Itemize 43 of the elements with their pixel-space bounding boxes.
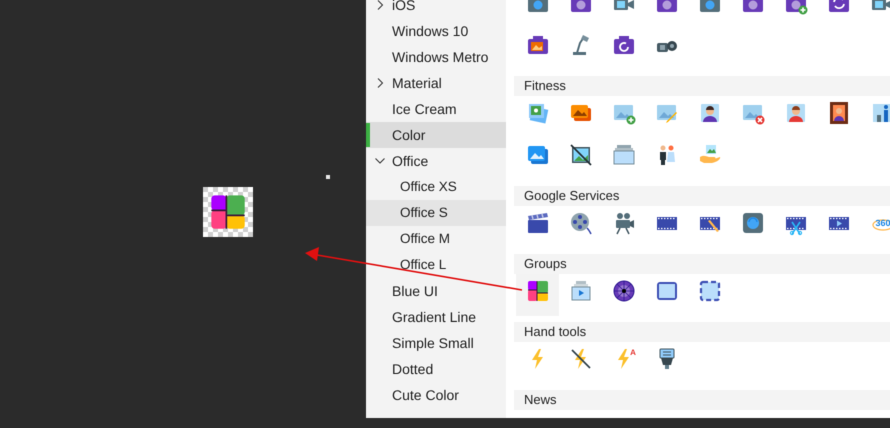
sidebar-item[interactable]: Office bbox=[366, 148, 506, 174]
small-square bbox=[326, 175, 330, 179]
aperture-icon bbox=[612, 279, 636, 303]
sidebar-item[interactable]: Office L bbox=[366, 252, 506, 278]
chevron-down-icon[interactable] bbox=[375, 156, 385, 166]
clapperboard-icon bbox=[526, 211, 550, 235]
sidebar-item[interactable]: Office XS bbox=[366, 174, 506, 200]
sidebar-item[interactable]: Office M bbox=[366, 226, 506, 252]
section-header: Fitness bbox=[514, 76, 890, 96]
sidebar-item[interactable]: iOS bbox=[366, 0, 506, 18]
selection-icon bbox=[698, 279, 722, 303]
sidebar-item[interactable]: Cute Color bbox=[366, 382, 506, 408]
color-grid-preview-icon bbox=[203, 187, 253, 237]
flash-off-icon bbox=[568, 347, 592, 371]
camera-icon bbox=[526, 33, 550, 57]
film-reel-icon bbox=[568, 211, 592, 235]
slideshow-icon bbox=[568, 279, 592, 303]
section-header: Hand tools bbox=[514, 322, 890, 342]
sidebar-item[interactable]: Windows Metro bbox=[366, 44, 506, 70]
chevron-right-icon[interactable] bbox=[375, 78, 385, 88]
sidebar-item[interactable]: Color bbox=[366, 122, 506, 148]
sidebar-item[interactable]: Office S bbox=[366, 200, 506, 226]
sidebar-item[interactable]: Material bbox=[366, 70, 506, 96]
frame-icon bbox=[654, 279, 678, 303]
sidebar-item[interactable]: Blue UI bbox=[366, 278, 506, 304]
section-header: News bbox=[514, 390, 890, 410]
sidebar-item[interactable]: Dotted bbox=[366, 356, 506, 382]
icon-tile[interactable]: A bbox=[602, 342, 645, 384]
section-header: Google Services bbox=[514, 186, 890, 206]
color-grid-icon bbox=[526, 279, 550, 303]
chevron-right-icon[interactable] bbox=[375, 0, 385, 10]
lens-icon bbox=[740, 211, 764, 235]
section-header: Groups bbox=[514, 254, 890, 274]
no-image-icon bbox=[568, 143, 592, 167]
icon-tile[interactable] bbox=[516, 274, 559, 316]
icon-tile[interactable]: 360 bbox=[860, 206, 890, 248]
sidebar-item[interactable]: Windows 10 bbox=[366, 18, 506, 44]
image-stack-icon bbox=[612, 143, 636, 167]
camera-rotate-icon bbox=[612, 33, 636, 57]
sidebar-item[interactable]: Simple Small bbox=[366, 330, 506, 356]
image-stack-icon bbox=[526, 143, 550, 167]
sidebar-item[interactable]: Ice Cream bbox=[366, 96, 506, 122]
sidebar-item[interactable]: Gradient Line bbox=[366, 304, 506, 330]
